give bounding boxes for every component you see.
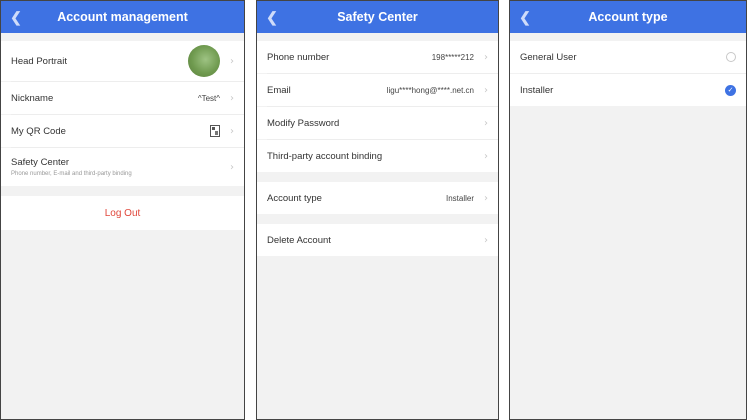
safety-center-screen: ❮ Safety Center Phone number 198*****212… xyxy=(256,0,499,420)
header-bar: ❮ Safety Center xyxy=(257,1,498,33)
qr-code-row[interactable]: My QR Code › xyxy=(1,115,244,147)
account-type-row[interactable]: Account type Installer › xyxy=(257,182,498,214)
page-title: Safety Center xyxy=(337,10,418,24)
option-label: General User xyxy=(520,51,577,63)
page-title: Account management xyxy=(57,10,188,24)
header-bar: ❮ Account management xyxy=(1,1,244,33)
chevron-right-icon: › xyxy=(484,84,488,96)
account-type-screen: ❮ Account type General User Installer ✓ xyxy=(509,0,747,420)
nickname-value: ^Test^ xyxy=(197,93,220,103)
chevron-right-icon: › xyxy=(484,117,488,129)
header-bar: ❮ Account type xyxy=(510,1,746,33)
chevron-right-icon: › xyxy=(230,125,234,137)
nickname-row[interactable]: Nickname ^Test^ › xyxy=(1,82,244,114)
email-label: Email xyxy=(267,84,291,96)
chevron-right-icon: › xyxy=(484,192,488,204)
third-party-binding-row[interactable]: Third-party account binding › xyxy=(257,140,498,172)
page-title: Account type xyxy=(588,10,668,24)
nickname-label: Nickname xyxy=(11,92,54,104)
account-type-value: Installer xyxy=(445,193,474,203)
account-type-label: Account type xyxy=(267,192,322,204)
email-value: ligu****hong@****.net.cn xyxy=(386,85,474,95)
qr-code-label: My QR Code xyxy=(11,125,66,137)
chevron-right-icon: › xyxy=(230,92,234,104)
back-arrow-icon[interactable]: ❮ xyxy=(517,8,533,26)
safety-center-subtitle: Phone number, E-mail and third-party bin… xyxy=(11,171,132,177)
delete-account-row[interactable]: Delete Account › xyxy=(257,224,498,256)
chevron-right-icon: › xyxy=(230,55,234,67)
phone-number-value: 198*****212 xyxy=(431,52,474,62)
radio-unchecked-icon[interactable] xyxy=(726,52,736,62)
modify-password-row[interactable]: Modify Password › xyxy=(257,107,498,139)
back-arrow-icon[interactable]: ❮ xyxy=(8,8,24,26)
qr-code-icon xyxy=(210,125,220,137)
option-label: Installer xyxy=(520,84,554,96)
delete-account-label: Delete Account xyxy=(267,234,331,246)
option-installer[interactable]: Installer ✓ xyxy=(510,74,746,106)
third-party-binding-label: Third-party account binding xyxy=(267,150,383,162)
head-portrait-label: Head Portrait xyxy=(11,55,67,67)
log-out-button[interactable]: Log Out xyxy=(1,196,244,230)
checkmark-icon[interactable]: ✓ xyxy=(725,84,736,96)
avatar xyxy=(188,45,220,77)
chevron-right-icon: › xyxy=(484,234,488,246)
back-arrow-icon[interactable]: ❮ xyxy=(264,8,280,26)
account-management-screen: ❮ Account management Head Portrait › Nic… xyxy=(0,0,245,420)
email-row[interactable]: Email ligu****hong@****.net.cn › xyxy=(257,74,498,106)
chevron-right-icon: › xyxy=(484,51,488,63)
option-general-user[interactable]: General User xyxy=(510,41,746,73)
phone-number-row[interactable]: Phone number 198*****212 › xyxy=(257,41,498,73)
head-portrait-row[interactable]: Head Portrait › xyxy=(1,41,244,81)
safety-center-row[interactable]: Safety Center Phone number, E-mail and t… xyxy=(1,148,244,186)
phone-number-label: Phone number xyxy=(267,51,330,63)
modify-password-label: Modify Password xyxy=(267,117,340,129)
chevron-right-icon: › xyxy=(230,161,234,173)
chevron-right-icon: › xyxy=(484,150,488,162)
safety-center-label: Safety Center xyxy=(11,157,70,168)
